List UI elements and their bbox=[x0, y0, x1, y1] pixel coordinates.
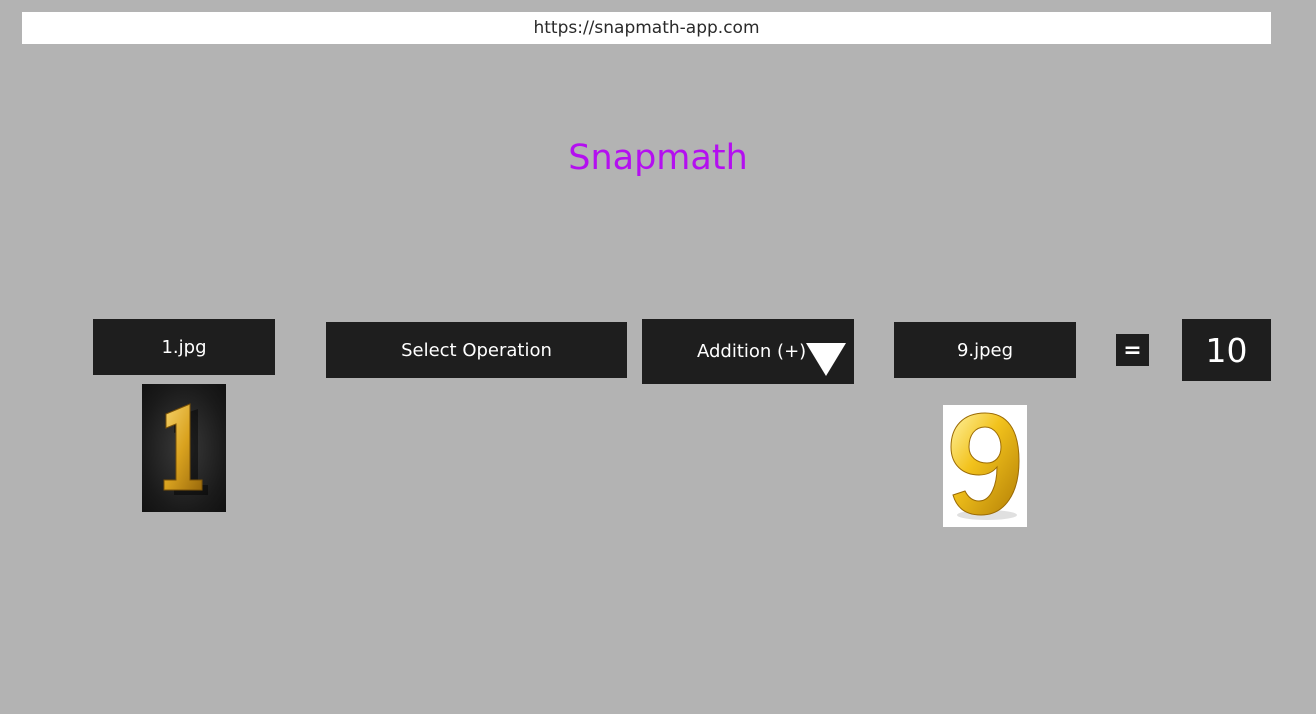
second-image-thumbnail bbox=[943, 405, 1027, 527]
selected-operation: Addition (+) bbox=[697, 341, 807, 362]
page-title: Snapmath bbox=[568, 138, 748, 178]
result-display: 10 bbox=[1182, 319, 1271, 381]
first-image-thumbnail bbox=[142, 384, 226, 512]
second-file-name: 9.jpeg bbox=[956, 339, 1014, 361]
address-bar[interactable]: https://snapmath-app.com bbox=[22, 12, 1271, 44]
select-operation-button[interactable]: Select Operation bbox=[326, 322, 627, 378]
digit-nine-image bbox=[950, 412, 1020, 520]
result-value: 10 bbox=[1205, 330, 1248, 370]
first-file-name: 1.jpg bbox=[161, 336, 207, 358]
select-operation-label: Select Operation bbox=[401, 339, 552, 361]
operation-dropdown[interactable]: Addition (+) bbox=[642, 319, 854, 384]
digit-one-image bbox=[163, 403, 208, 495]
url-text: https://snapmath-app.com bbox=[533, 18, 760, 38]
second-image-upload-button[interactable]: 9.jpeg bbox=[894, 322, 1076, 378]
equals-label: = bbox=[1123, 337, 1142, 363]
dropdown-triangle-icon bbox=[806, 343, 846, 376]
first-image-upload-button[interactable]: 1.jpg bbox=[93, 319, 275, 375]
equals-button[interactable]: = bbox=[1116, 334, 1149, 366]
